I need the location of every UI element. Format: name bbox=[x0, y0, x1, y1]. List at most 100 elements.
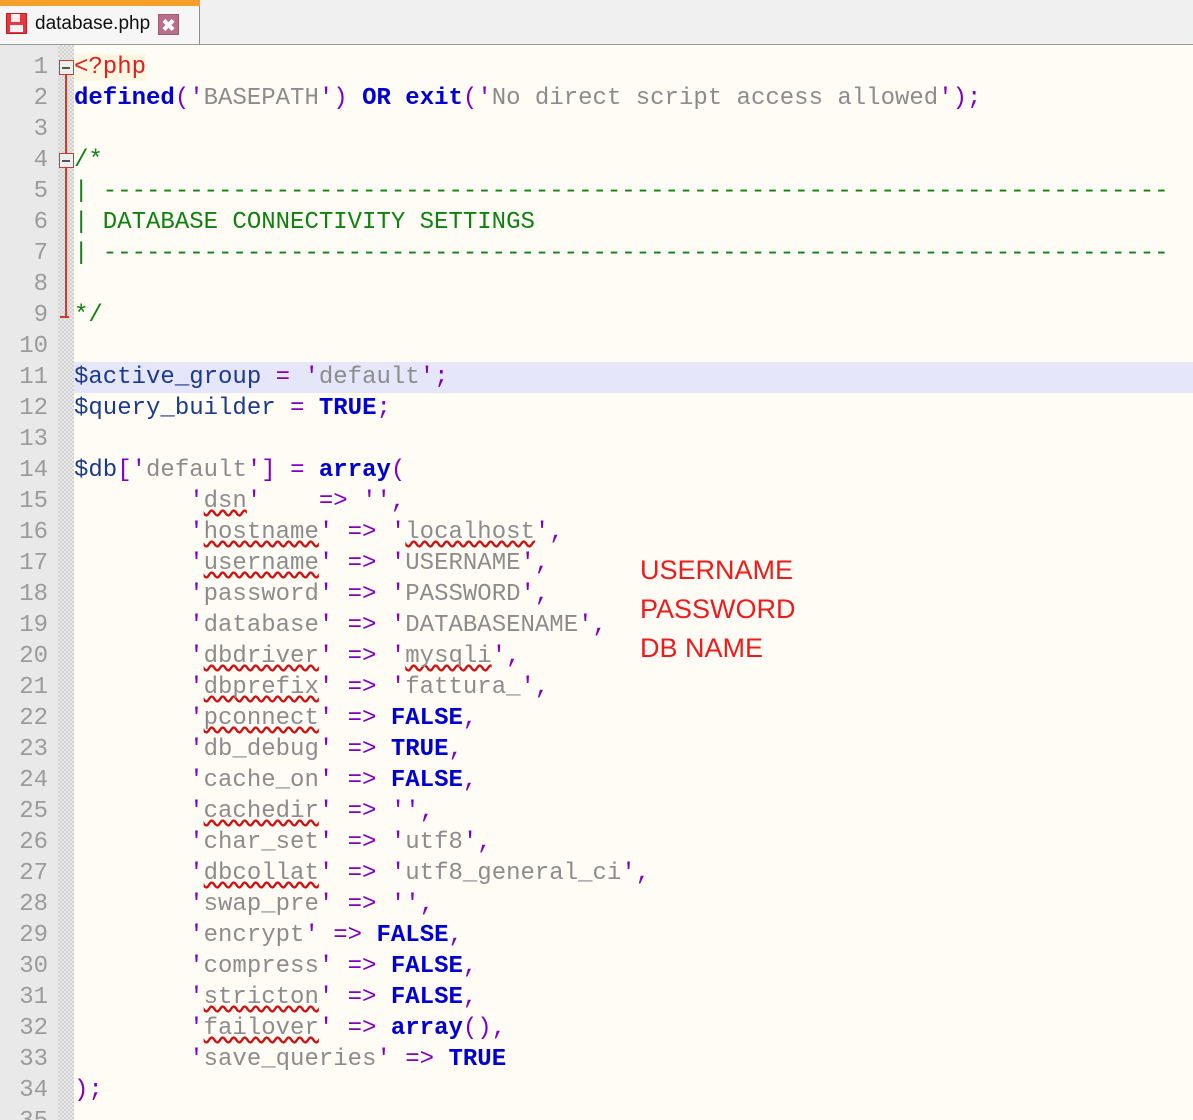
token-str: username bbox=[203, 550, 319, 577]
token-op: => bbox=[347, 891, 377, 918]
line-number: 9 bbox=[33, 302, 48, 329]
token-op: => bbox=[347, 705, 377, 732]
fold-collapse-marker[interactable] bbox=[59, 153, 74, 168]
token-op: => bbox=[347, 674, 377, 701]
code-line[interactable]: 'swap_pre' => '', bbox=[74, 889, 1193, 920]
token-kw: OR bbox=[362, 85, 391, 112]
code-line[interactable]: 'compress' => FALSE, bbox=[74, 951, 1193, 982]
code-line[interactable]: | DATABASE CONNECTIVITY SETTINGS bbox=[74, 207, 1193, 238]
token-op: ' bbox=[477, 85, 492, 112]
token-op: ; bbox=[434, 364, 449, 391]
code-line[interactable]: 'password' => 'PASSWORD', bbox=[74, 579, 1193, 610]
fold-collapse-marker[interactable] bbox=[59, 60, 74, 75]
line-number: 8 bbox=[33, 271, 48, 298]
token-op: ' bbox=[390, 581, 406, 608]
code-line[interactable]: 'dbdriver' => 'mysqli', bbox=[74, 641, 1193, 672]
token-op: ' bbox=[390, 829, 406, 856]
token-var: $active_group bbox=[74, 364, 262, 391]
code-line[interactable]: $active_group = 'default'; bbox=[74, 362, 1193, 393]
code-line[interactable]: 'username' => 'USERNAME', bbox=[74, 548, 1193, 579]
token-str: db_debug bbox=[203, 736, 319, 763]
token-op: => bbox=[405, 1046, 435, 1073]
line-number: 18 bbox=[19, 581, 48, 608]
code-line[interactable]: /* bbox=[74, 145, 1193, 176]
code-line[interactable] bbox=[74, 331, 1193, 362]
token-op: ' bbox=[520, 581, 535, 608]
code-line[interactable]: <?php bbox=[74, 52, 1193, 83]
token-op: ' bbox=[318, 85, 334, 112]
code-line[interactable]: 'cachedir' => '', bbox=[74, 796, 1193, 827]
code-line[interactable]: 'cache_on' => FALSE, bbox=[74, 765, 1193, 796]
code-line[interactable]: 'stricton' => FALSE, bbox=[74, 982, 1193, 1013]
token-str: USERNAME bbox=[405, 550, 521, 577]
token-op: ' bbox=[318, 612, 334, 639]
token-str: default bbox=[318, 364, 420, 391]
code-line[interactable]: | --------------------------------------… bbox=[74, 238, 1193, 269]
fold-guide-line bbox=[65, 67, 67, 316]
token-str: swap_pre bbox=[203, 891, 319, 918]
token-op: , bbox=[390, 488, 406, 515]
code-line[interactable]: defined('BASEPATH') OR exit('No direct s… bbox=[74, 83, 1193, 114]
token-op: , bbox=[549, 519, 564, 546]
line-number-gutter: 1 2 3 4 5 6 7 8 9 10 11 12 13 14 15 16 17 18 19 20 21 22 23 24 2… bbox=[0, 45, 58, 1120]
code-editor[interactable]: 1 2 3 4 5 6 7 8 9 10 11 12 13 14 15 16 17 18 19 20 21 22 23 24 2… bbox=[0, 45, 1193, 1120]
active-tab-indicator bbox=[0, 0, 200, 6]
token-str: char_set bbox=[203, 829, 319, 856]
token-str: mysqli bbox=[405, 643, 492, 670]
code-line[interactable]: 'char_set' => 'utf8', bbox=[74, 827, 1193, 858]
token-op: ' bbox=[390, 643, 406, 670]
code-line[interactable]: 'dsn' => '', bbox=[74, 486, 1193, 517]
close-x-icon[interactable] bbox=[158, 13, 180, 35]
token-op: ); bbox=[74, 1077, 103, 1104]
token-op: ' bbox=[318, 860, 334, 887]
code-line[interactable]: 'dbprefix' => 'fattura_', bbox=[74, 672, 1193, 703]
code-line[interactable]: 'hostname' => 'localhost', bbox=[74, 517, 1193, 548]
token-str: encrypt bbox=[203, 922, 305, 949]
token-op: ' bbox=[189, 519, 204, 546]
code-line[interactable]: 'dbcollat' => 'utf8_general_ci', bbox=[74, 858, 1193, 889]
token-op: ) bbox=[333, 85, 348, 112]
code-line[interactable]: | --------------------------------------… bbox=[74, 176, 1193, 207]
tab-label: database.php bbox=[35, 13, 151, 34]
code-line[interactable] bbox=[74, 114, 1193, 145]
code-line[interactable]: 'failover' => array(), bbox=[74, 1013, 1193, 1044]
code-line[interactable]: $query_builder = TRUE; bbox=[74, 393, 1193, 424]
code-line[interactable] bbox=[74, 1106, 1193, 1120]
code-line[interactable]: 'encrypt' => FALSE, bbox=[74, 920, 1193, 951]
token-str: fattura_ bbox=[405, 674, 521, 701]
token-op: ' bbox=[390, 550, 406, 577]
tab-database-php[interactable]: database.php bbox=[0, 0, 200, 44]
code-line[interactable]: $db['default'] = array( bbox=[74, 455, 1193, 486]
code-line[interactable] bbox=[74, 269, 1193, 300]
code-line[interactable]: 'database' => 'DATABASENAME', bbox=[74, 610, 1193, 641]
token-op: (), bbox=[462, 1015, 507, 1042]
token-op: , bbox=[506, 643, 521, 670]
code-line[interactable]: ); bbox=[74, 1075, 1193, 1106]
token-op: ; bbox=[376, 395, 391, 422]
token-op: => bbox=[347, 984, 377, 1011]
line-number: 7 bbox=[33, 240, 48, 267]
code-content[interactable]: <?php defined('BASEPATH') OR exit('No dir… bbox=[74, 45, 1193, 1120]
line-number: 21 bbox=[19, 674, 48, 701]
line-number: 2 bbox=[33, 85, 48, 112]
token-op: ' bbox=[318, 550, 334, 577]
code-line[interactable]: */ bbox=[74, 300, 1193, 331]
code-line[interactable]: 'save_queries' => TRUE bbox=[74, 1044, 1193, 1075]
code-line[interactable]: 'pconnect' => FALSE, bbox=[74, 703, 1193, 734]
token-op: ' bbox=[534, 519, 550, 546]
code-line[interactable]: 'db_debug' => TRUE, bbox=[74, 734, 1193, 765]
code-line[interactable] bbox=[74, 424, 1193, 455]
